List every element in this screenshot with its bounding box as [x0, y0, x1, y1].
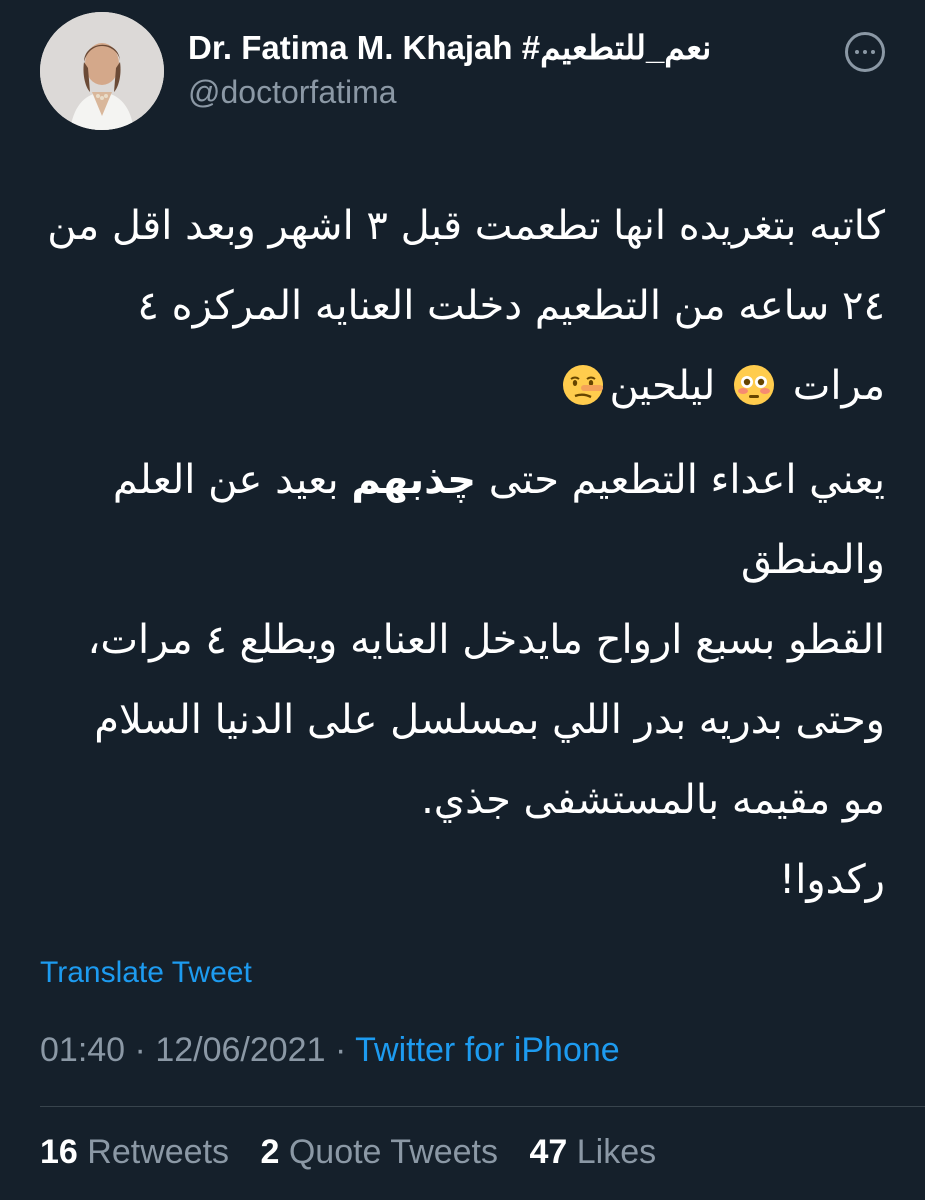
tweet-line: ليلحين: [609, 363, 716, 409]
retweets-label: Retweets: [87, 1133, 230, 1171]
more-dot-icon: [863, 50, 867, 54]
flushed-face-icon: [732, 354, 776, 405]
quote-tweets-label: Quote Tweets: [288, 1133, 499, 1171]
tweet-bold-word: چذبهم: [351, 457, 477, 503]
avatar[interactable]: [40, 12, 164, 130]
tweet-text: كاتبه بتغريده انها تطعمت قبل ٣ اشهر وبعد…: [40, 186, 885, 920]
quote-tweets-count: 2: [260, 1133, 280, 1171]
tweet-source-link[interactable]: Twitter for iPhone: [355, 1031, 620, 1069]
meta-separator: ·: [334, 1031, 347, 1069]
handle[interactable]: @doctorfatima: [188, 72, 711, 112]
more-dot-icon: [855, 50, 859, 54]
tweet-line: يعني اعداء التطعيم حتى: [488, 457, 885, 503]
tweet-time: 01:40: [40, 1031, 126, 1069]
quote-tweets-stat[interactable]: 2 Quote Tweets: [260, 1133, 498, 1171]
retweets-stat[interactable]: 16 Retweets: [40, 1133, 229, 1171]
translate-tweet-link[interactable]: Translate Tweet: [40, 954, 252, 992]
tweet-line: كاتبه بتغريده انها تطعمت قبل ٣ اشهر وبعد: [185, 203, 885, 249]
lying-face-icon: [561, 354, 605, 405]
more-dot-icon: [871, 50, 875, 54]
display-name[interactable]: Dr. Fatima M. Khajah #نعم_للتطعيم: [188, 28, 711, 68]
divider: [40, 1106, 925, 1107]
tweet-line: ركدوا!: [779, 857, 885, 903]
more-options-button[interactable]: [845, 32, 885, 72]
tweet-stats: 16 Retweets 2 Quote Tweets 47 Likes: [40, 1130, 678, 1174]
retweets-count: 16: [40, 1133, 78, 1171]
likes-count: 47: [529, 1133, 568, 1171]
tweet-header: Dr. Fatima M. Khajah #نعم_للتطعيم @docto…: [40, 12, 885, 132]
meta-separator: ·: [134, 1031, 146, 1069]
tweet-meta: 01:40 · 12/06/2021 · Twitter for iPhone: [40, 1028, 620, 1072]
likes-label: Likes: [576, 1133, 657, 1171]
tweet-paragraph-2: يعني اعداء التطعيم حتى چذبهم بعيد عن الع…: [40, 440, 885, 920]
tweet-date: 12/06/2021: [155, 1031, 326, 1069]
tweet-paragraph-1: كاتبه بتغريده انها تطعمت قبل ٣ اشهر وبعد…: [40, 186, 885, 426]
name-block: Dr. Fatima M. Khajah #نعم_للتطعيم @docto…: [188, 28, 711, 112]
tweet-line: القطو بسبع ارواح مايدخل العنايه ويطلع ٤ …: [87, 617, 885, 823]
likes-stat[interactable]: 47 Likes: [529, 1133, 656, 1171]
